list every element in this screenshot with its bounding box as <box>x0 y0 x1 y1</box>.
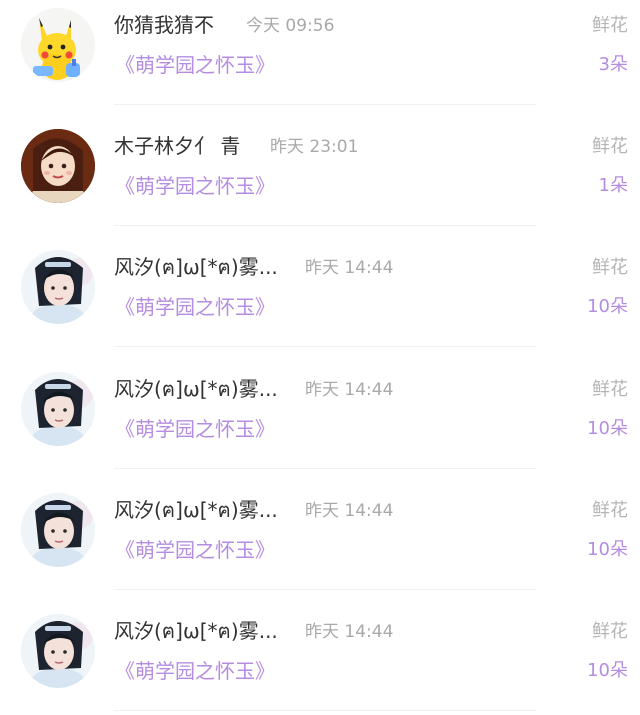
gift-record-row[interactable]: 风汐(ฅ]ω[*ฅ)雾... 昨天 14:44 《萌学园之怀玉》 鲜花 10朵 <box>0 590 640 711</box>
row-divider <box>114 346 536 347</box>
cartoon-girl-avatar-icon[interactable] <box>21 129 95 203</box>
costume-character-avatar-icon[interactable] <box>21 614 95 688</box>
gift-type-label: 鲜花 <box>592 621 628 642</box>
gift-time: 昨天 23:01 <box>270 137 359 157</box>
gift-count: 1朵 <box>598 175 628 196</box>
gift-time: 昨天 14:44 <box>305 501 394 521</box>
sender-name[interactable]: 风汐(ฅ]ω[*ฅ)雾... <box>114 254 278 280</box>
gift-time: 昨天 14:44 <box>305 380 394 400</box>
book-title-link[interactable]: 《萌学园之怀玉》 <box>115 294 275 320</box>
pikachu-avatar-icon[interactable] <box>21 8 95 82</box>
sender-name[interactable]: 风汐(ฅ]ω[*ฅ)雾... <box>114 376 278 402</box>
gift-type-label: 鲜花 <box>592 257 628 278</box>
book-title-link[interactable]: 《萌学园之怀玉》 <box>115 173 275 199</box>
gift-count: 3朵 <box>598 54 628 75</box>
costume-character-avatar-icon[interactable] <box>21 493 95 567</box>
gift-type-label: 鲜花 <box>592 379 628 400</box>
gift-count: 10朵 <box>587 296 628 317</box>
gift-record-row[interactable]: 你猜我猜不 今天 09:56 《萌学园之怀玉》 鲜花 3朵 <box>0 0 640 105</box>
gift-record-row[interactable]: 木子林夕亻 青 昨天 23:01 《萌学园之怀玉》 鲜花 1朵 <box>0 105 640 226</box>
book-title-link[interactable]: 《萌学园之怀玉》 <box>115 416 275 442</box>
row-divider <box>114 710 536 711</box>
gift-type-label: 鲜花 <box>592 500 628 521</box>
gift-type-label: 鲜花 <box>592 136 628 157</box>
gift-record-row[interactable]: 风汐(ฅ]ω[*ฅ)雾... 昨天 14:44 《萌学园之怀玉》 鲜花 10朵 <box>0 348 640 469</box>
gift-type-label: 鲜花 <box>592 15 628 36</box>
gift-count: 10朵 <box>587 418 628 439</box>
gift-count: 10朵 <box>587 539 628 560</box>
gift-time: 昨天 14:44 <box>305 258 394 278</box>
gift-record-row[interactable]: 风汐(ฅ]ω[*ฅ)雾... 昨天 14:44 《萌学园之怀玉》 鲜花 10朵 <box>0 469 640 590</box>
sender-name[interactable]: 你猜我猜不 <box>114 12 214 38</box>
book-title-link[interactable]: 《萌学园之怀玉》 <box>115 658 275 684</box>
gift-record-row[interactable]: 风汐(ฅ]ω[*ฅ)雾... 昨天 14:44 《萌学园之怀玉》 鲜花 10朵 <box>0 226 640 347</box>
sender-name[interactable]: 木子林夕亻 青 <box>114 133 240 159</box>
sender-name[interactable]: 风汐(ฅ]ω[*ฅ)雾... <box>114 497 278 523</box>
gift-time: 昨天 14:44 <box>305 622 394 642</box>
book-title-link[interactable]: 《萌学园之怀玉》 <box>115 537 275 563</box>
gift-time: 今天 09:56 <box>246 16 335 36</box>
sender-name[interactable]: 风汐(ฅ]ω[*ฅ)雾... <box>114 618 278 644</box>
book-title-link[interactable]: 《萌学园之怀玉》 <box>115 52 275 78</box>
costume-character-avatar-icon[interactable] <box>21 372 95 446</box>
gift-record-list: 你猜我猜不 今天 09:56 《萌学园之怀玉》 鲜花 3朵 木子林夕亻 青 昨天… <box>0 0 640 715</box>
costume-character-avatar-icon[interactable] <box>21 250 95 324</box>
gift-count: 10朵 <box>587 660 628 681</box>
